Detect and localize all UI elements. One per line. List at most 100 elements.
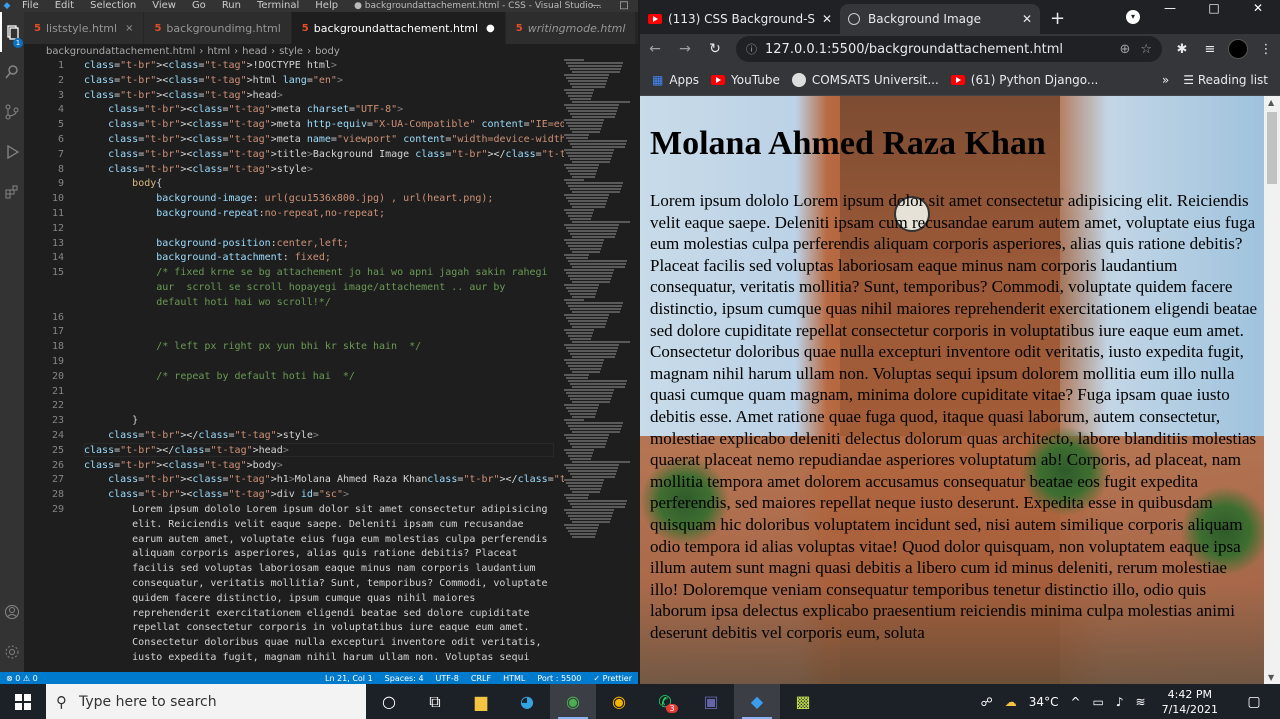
- maximize-icon[interactable]: □: [610, 0, 638, 12]
- site-info-icon[interactable]: ⓘ: [746, 41, 757, 57]
- code-line[interactable]: iusto expedita fugit, magnam nihil harum…: [84, 652, 529, 663]
- code-line[interactable]: reprehenderit exercitationem eligendi be…: [84, 608, 529, 619]
- code-line[interactable]: class="t-br"><class="t-tag">title>Backgr…: [84, 149, 564, 160]
- breadcrumb-style[interactable]: style: [279, 46, 303, 57]
- weather-temp[interactable]: 34°C: [1029, 695, 1059, 709]
- code-line[interactable]: aur scroll se scroll hopayegi image/atta…: [84, 282, 505, 293]
- bookmark-python-django[interactable]: (61) Python Django...: [950, 73, 1098, 87]
- code-line[interactable]: class="t-br"><class="t-tag">meta charset…: [84, 104, 403, 115]
- chrome-taskbar-icon[interactable]: ◉: [550, 684, 596, 719]
- close-icon[interactable]: ×: [125, 23, 133, 34]
- tab-backgroundattachement[interactable]: 5 backgroundattachement.html ●: [291, 12, 506, 44]
- code-line[interactable]: background-position:center,left;: [84, 238, 349, 249]
- code-line[interactable]: background-attachment: fixed;: [84, 252, 331, 263]
- task-view-icon[interactable]: ⧉: [412, 684, 458, 719]
- code-line[interactable]: class="t-br"></class="t-tag">style>: [84, 430, 319, 441]
- code-line[interactable]: class="t-br"><class="t-tag">head>: [84, 90, 283, 101]
- extensions-puzzle-icon[interactable]: ✱: [1168, 42, 1196, 57]
- cortana-icon[interactable]: ○: [366, 684, 412, 719]
- code-line[interactable]: /* repeat by default hoti hai */: [84, 371, 355, 382]
- pycharm-icon[interactable]: ▩: [780, 684, 826, 719]
- scrollbar-thumb[interactable]: [1267, 112, 1277, 184]
- battery-icon[interactable]: ▭: [1093, 695, 1104, 709]
- volume-icon[interactable]: ♪: [1116, 695, 1124, 709]
- scroll-up-icon[interactable]: ▲: [1268, 98, 1274, 107]
- menu-file[interactable]: File: [14, 0, 47, 12]
- taskbar-search-box[interactable]: ⚲ Type here to search: [46, 684, 366, 719]
- code-line[interactable]: class="t-br"><class="t-tag">!DOCTYPE htm…: [84, 60, 337, 71]
- encoding-status[interactable]: UTF-8: [430, 674, 465, 683]
- chrome-tab-youtube[interactable]: (113) CSS Background-Size ✕: [640, 4, 840, 34]
- bookmark-star-icon[interactable]: ☆: [1140, 42, 1152, 57]
- close-icon[interactable]: ✕: [822, 12, 832, 26]
- settings-gear-icon[interactable]: [0, 632, 24, 672]
- chrome-menu-icon[interactable]: ⋮: [1252, 42, 1280, 57]
- code-line[interactable]: background-repeat:no-repeat,no-repeat;: [84, 208, 385, 219]
- code-line[interactable]: earum autem amet, voluptate eius fuga eu…: [84, 534, 547, 545]
- maximize-icon[interactable]: □: [1192, 0, 1236, 16]
- new-tab-plus-icon[interactable]: +: [1050, 4, 1065, 34]
- bookmark-youtube[interactable]: YouTube: [711, 73, 780, 87]
- reading-list-button[interactable]: ☰ Reading list: [1183, 73, 1268, 87]
- menu-edit[interactable]: Edit: [47, 0, 82, 12]
- close-window-icon[interactable]: ✕: [1236, 0, 1280, 16]
- prettier-status[interactable]: ✓ Prettier: [587, 674, 638, 683]
- explorer-icon[interactable]: 1: [0, 12, 24, 52]
- media-playlist-icon[interactable]: ≡: [1196, 42, 1224, 57]
- whatsapp-icon[interactable]: ✆ 3: [642, 684, 688, 719]
- code-line[interactable]: /* fixed krne se bg attachement jo hai w…: [84, 267, 547, 278]
- scroll-down-icon[interactable]: ▼: [1268, 673, 1274, 682]
- code-line[interactable]: consequatur, veritatis mollitia? Sunt, t…: [84, 578, 547, 589]
- cursor-position[interactable]: Ln 21, Col 1: [319, 674, 379, 683]
- code-line[interactable]: class="t-br"><class="t-tag">style>: [84, 164, 313, 175]
- eol-status[interactable]: CRLF: [465, 674, 497, 683]
- code-line[interactable]: facilis sed voluptas laboriosam eaque mi…: [84, 563, 535, 574]
- bookmarks-overflow-icon[interactable]: »: [1162, 73, 1169, 87]
- language-status[interactable]: HTML: [497, 674, 531, 683]
- code-line[interactable]: /* left px right px yun bhi kr skte hain…: [84, 341, 421, 352]
- source-control-icon[interactable]: [0, 92, 24, 132]
- menu-go[interactable]: Go: [184, 0, 214, 12]
- menu-terminal[interactable]: Terminal: [249, 0, 307, 12]
- code-line[interactable]: class="t-br"><class="t-tag">div id="sc">: [84, 489, 349, 500]
- code-editor[interactable]: 1 class="t-br"><class="t-tag">!DOCTYPE ht…: [24, 58, 564, 672]
- minimize-icon[interactable]: —: [582, 0, 610, 12]
- menu-run[interactable]: Run: [214, 0, 249, 12]
- tab-writingmode[interactable]: 5 writingmode.html: [505, 12, 637, 44]
- tab-search-chevron-icon[interactable]: ▾: [1126, 10, 1140, 24]
- live-server-port[interactable]: Port : 5500: [531, 674, 587, 683]
- notification-icon[interactable]: ▢: [1234, 694, 1274, 710]
- back-arrow-icon[interactable]: ←: [640, 41, 670, 57]
- run-icon[interactable]: ▷: [636, 21, 638, 35]
- bookmark-comsats[interactable]: COMSATS Universit...: [791, 72, 939, 87]
- code-line[interactable]: class="t-br"><class="t-tag">meta name="v…: [84, 134, 564, 145]
- menu-selection[interactable]: Selection: [82, 0, 144, 12]
- unsaved-dot-icon[interactable]: ●: [486, 23, 495, 34]
- taskbar-clock[interactable]: 4:42 PM 7/14/2021: [1162, 687, 1218, 717]
- chrome-canary-icon[interactable]: ◉: [596, 684, 642, 719]
- forward-arrow-icon[interactable]: →: [670, 41, 700, 57]
- zoom-icon[interactable]: ⊕: [1119, 42, 1130, 57]
- close-icon[interactable]: ✕: [1022, 12, 1032, 26]
- extensions-icon[interactable]: [0, 172, 24, 212]
- weather-cloud-icon[interactable]: ☁: [1005, 695, 1017, 709]
- bookmark-apps[interactable]: ▦ Apps: [652, 73, 699, 87]
- indentation-status[interactable]: Spaces: 4: [379, 674, 430, 683]
- code-line[interactable]: quidem facere distinctio, ipsum cumque q…: [84, 593, 475, 604]
- code-line[interactable]: repellat consectetur corporis in volupta…: [84, 622, 529, 633]
- code-line[interactable]: }: [84, 415, 138, 426]
- code-line[interactable]: class="t-br"></class="t-tag">head>: [84, 445, 289, 456]
- minimap[interactable]: [564, 58, 630, 672]
- reload-icon[interactable]: ↻: [700, 41, 730, 57]
- menu-help[interactable]: Help: [307, 0, 346, 12]
- edge-icon[interactable]: ◕: [504, 684, 550, 719]
- network-icon[interactable]: ≋: [1136, 695, 1146, 709]
- address-bar[interactable]: ⓘ 127.0.0.1:5500/backgroundattachement.h…: [736, 36, 1162, 62]
- file-explorer-icon[interactable]: ▆: [458, 684, 504, 719]
- code-line[interactable]: class="t-br"><class="t-tag">body>: [84, 460, 283, 471]
- code-line[interactable]: class="t-br"><class="t-tag">html lang="e…: [84, 75, 343, 86]
- tab-backgroundimg[interactable]: 5 backgroundimg.html: [144, 12, 292, 44]
- menu-view[interactable]: View: [144, 0, 184, 12]
- code-line[interactable]: default hoti hai wo scroll!*/: [84, 297, 331, 308]
- code-line[interactable]: elit. Reiciendis velit eaque saepe. Dele…: [84, 519, 523, 530]
